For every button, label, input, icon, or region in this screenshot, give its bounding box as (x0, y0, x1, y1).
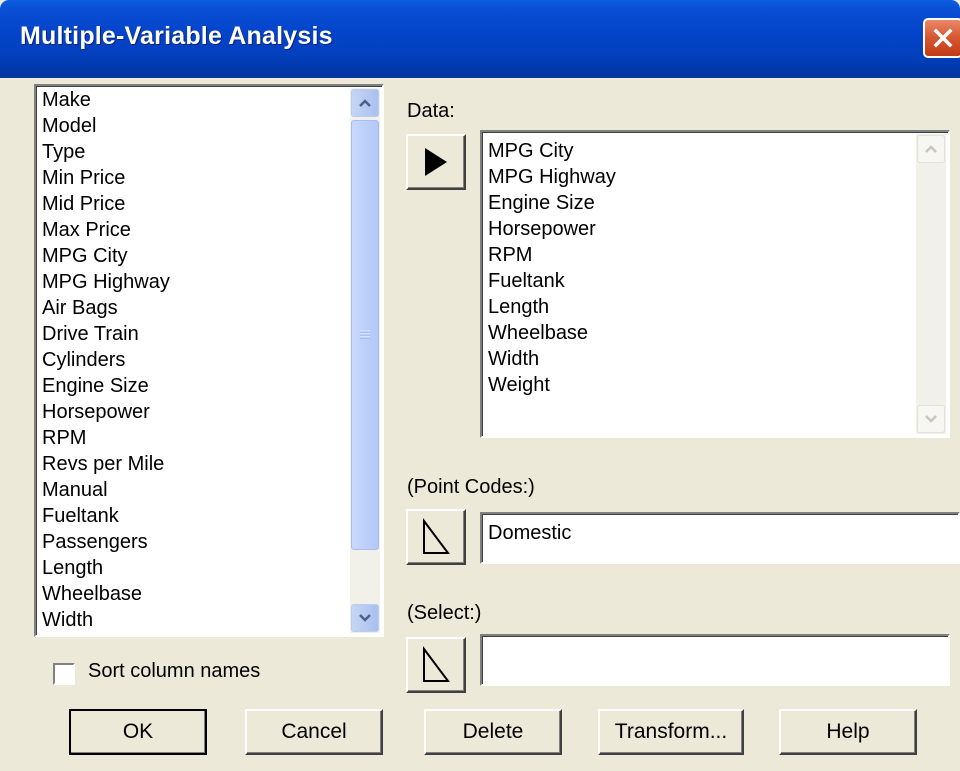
play-arrow-icon (425, 148, 447, 176)
list-item[interactable]: RPM (38, 425, 350, 451)
list-item[interactable]: Engine Size (484, 190, 914, 216)
chevron-down-icon (359, 614, 371, 622)
variable-list[interactable]: Make Model Type Min Price Mid Price Max Price… (34, 84, 384, 637)
scroll-down-button[interactable] (351, 604, 379, 632)
list-item[interactable]: Drive Train (38, 321, 350, 347)
list-item[interactable]: Model (38, 113, 350, 139)
list-item[interactable]: Revs per Mile (38, 451, 350, 477)
help-button[interactable]: Help (779, 709, 917, 755)
list-item[interactable]: Air Bags (38, 295, 350, 321)
outline-arrow-icon (423, 646, 450, 682)
window-title: Multiple-Variable Analysis (20, 22, 333, 50)
list-item[interactable]: Weight (484, 372, 914, 398)
list-item[interactable]: Manual (38, 477, 350, 503)
scroll-thumb[interactable] (351, 120, 379, 550)
select-label: (Select:) (407, 602, 482, 624)
data-scroll-down-button[interactable] (917, 405, 945, 433)
list-item[interactable]: MPG City (38, 243, 350, 269)
chevron-up-icon (359, 99, 371, 107)
list-item[interactable]: Wheelbase (484, 320, 914, 346)
list-item[interactable]: Cylinders (38, 347, 350, 373)
list-item[interactable]: Width (38, 607, 350, 633)
select-value (484, 642, 488, 668)
variable-items: Make Model Type Min Price Mid Price Max Price… (38, 87, 350, 633)
list-item[interactable]: Fueltank (38, 503, 350, 529)
point-codes-field[interactable]: Domestic (480, 512, 960, 564)
close-icon (933, 28, 953, 48)
list-item[interactable]: Passengers (38, 529, 350, 555)
ok-button[interactable]: OK (69, 709, 207, 755)
delete-button[interactable]: Delete (424, 709, 562, 755)
chevron-down-icon (925, 415, 937, 423)
title-bar: Multiple-Variable Analysis (0, 0, 960, 78)
point-codes-add-button[interactable] (406, 509, 466, 565)
list-item[interactable]: Horsepower (38, 399, 350, 425)
list-item[interactable]: MPG City (484, 138, 914, 164)
variable-list-scrollbar[interactable] (350, 88, 380, 633)
sort-checkbox[interactable] (53, 663, 75, 685)
data-label: Data: (407, 100, 455, 122)
data-add-button[interactable] (406, 134, 466, 190)
data-list-scrollbar[interactable] (916, 134, 946, 434)
close-button[interactable] (923, 18, 960, 58)
list-item[interactable]: RPM (484, 242, 914, 268)
data-scroll-up-button[interactable] (917, 135, 945, 163)
data-items: MPG City MPG Highway Engine Size Horsepower… (484, 138, 914, 398)
list-item[interactable]: Make (38, 87, 350, 113)
sort-label: Sort column names (88, 660, 261, 682)
select-add-button[interactable] (406, 637, 466, 693)
list-item[interactable]: Length (38, 555, 350, 581)
list-item[interactable]: Wheelbase (38, 581, 350, 607)
list-item[interactable]: Mid Price (38, 191, 350, 217)
cancel-button[interactable]: Cancel (245, 709, 383, 755)
list-item[interactable]: MPG Highway (484, 164, 914, 190)
point-codes-label: (Point Codes:) (407, 476, 535, 498)
list-item[interactable]: Width (484, 346, 914, 372)
list-item[interactable]: Min Price (38, 165, 350, 191)
list-item[interactable]: Length (484, 294, 914, 320)
point-codes-value: Domestic (488, 522, 572, 544)
list-item[interactable]: Fueltank (484, 268, 914, 294)
list-item[interactable]: MPG Highway (38, 269, 350, 295)
list-item[interactable]: Max Price (38, 217, 350, 243)
select-field[interactable] (480, 634, 950, 686)
data-list[interactable]: MPG City MPG Highway Engine Size Horsepower… (480, 130, 950, 438)
list-item[interactable]: Engine Size (38, 373, 350, 399)
list-item[interactable]: Horsepower (484, 216, 914, 242)
chevron-up-icon (925, 145, 937, 153)
transform-button[interactable]: Transform... (598, 709, 744, 755)
outline-arrow-icon (423, 518, 450, 554)
grip-icon (360, 330, 370, 339)
list-item[interactable]: Type (38, 139, 350, 165)
scroll-up-button[interactable] (351, 89, 379, 117)
